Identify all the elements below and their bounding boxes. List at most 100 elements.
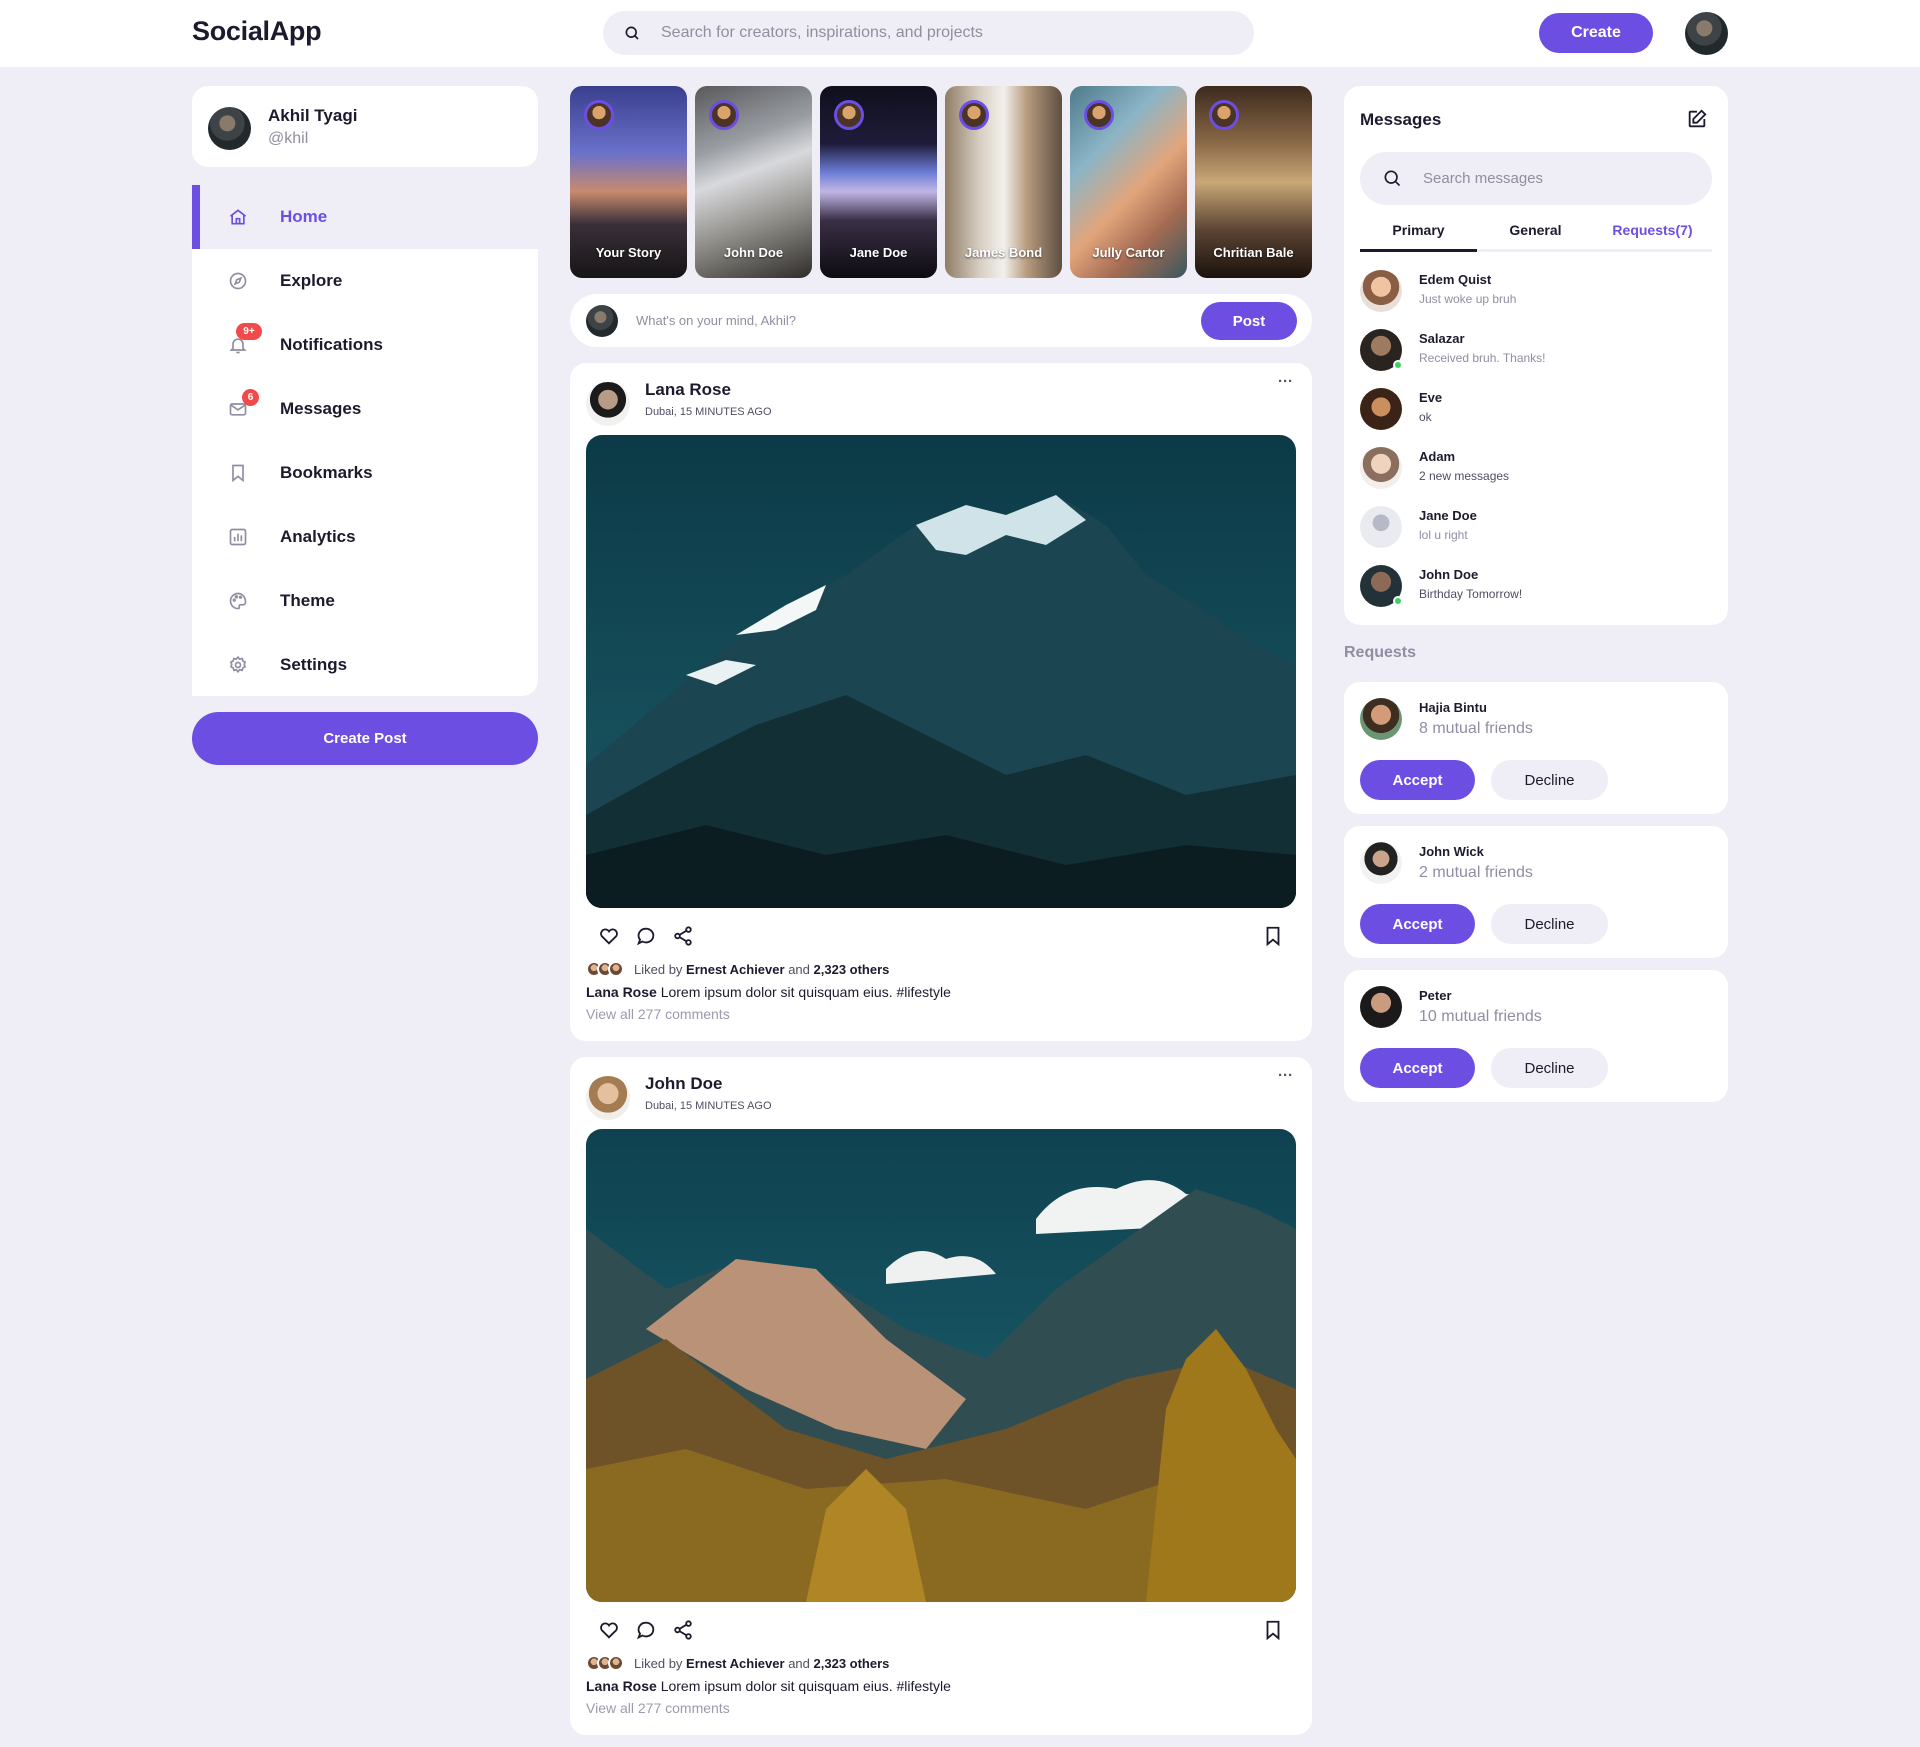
likes-summary: Liked by Ernest Achiever and 2,323 other… (586, 961, 889, 977)
tab-general[interactable]: General (1477, 222, 1594, 252)
sidebar-item-notifications[interactable]: 9+ Notifications (192, 313, 538, 377)
story-avatar (834, 100, 864, 130)
request-name[interactable]: Peter (1419, 988, 1452, 1003)
liker-avatar (608, 1655, 624, 1671)
search-bar[interactable]: Search for creators, inspirations, and p… (603, 11, 1254, 55)
liked-prefix: Liked by (634, 1655, 683, 1671)
decline-button[interactable]: Decline (1491, 760, 1608, 800)
sidebar-item-label: Messages (280, 399, 362, 418)
friend-request-card: Hajia Bintu 8 mutual friends Accept Decl… (1344, 682, 1728, 814)
sidebar-item-analytics[interactable]: Analytics (192, 505, 538, 569)
post-image[interactable] (586, 1129, 1296, 1602)
story-card[interactable]: Chritian Bale (1195, 86, 1312, 278)
heart-icon[interactable] (598, 925, 620, 947)
sidebar-item-bookmarks[interactable]: Bookmarks (192, 441, 538, 505)
tab-primary[interactable]: Primary (1360, 222, 1477, 252)
story-card[interactable]: Jane Doe (820, 86, 937, 278)
sidebar-item-settings[interactable]: Settings (192, 633, 538, 697)
message-avatar (1360, 447, 1402, 489)
message-item[interactable]: Edem Quist Just woke up bruh (1360, 268, 1712, 314)
composer-input[interactable]: What's on your mind, Akhil? (636, 313, 796, 328)
create-post-button[interactable]: Create Post (192, 712, 538, 765)
caption-author[interactable]: Lana Rose (586, 1678, 657, 1694)
messages-badge: 6 (242, 389, 259, 406)
sidebar-item-theme[interactable]: Theme (192, 569, 538, 633)
sidebar-item-label: Explore (280, 271, 343, 290)
user-avatar[interactable] (1685, 12, 1728, 55)
search-input[interactable]: Search for creators, inspirations, and p… (661, 24, 983, 42)
compose-icon[interactable] (1686, 108, 1708, 130)
tab-requests[interactable]: Requests(7) (1594, 222, 1711, 252)
message-item[interactable]: Adam 2 new messages (1360, 445, 1712, 491)
story-avatar (584, 100, 614, 130)
liked-others[interactable]: 2,323 others (814, 962, 890, 977)
story-card[interactable]: Jully Cartor (1070, 86, 1187, 278)
story-card[interactable]: Your Story (570, 86, 687, 278)
accept-button[interactable]: Accept (1360, 904, 1475, 944)
more-options-icon[interactable]: ··· (1278, 373, 1293, 390)
sidebar-item-messages[interactable]: 6 Messages (192, 377, 538, 441)
message-preview: ok (1419, 410, 1432, 424)
messages-panel: Messages Search messages Primary General… (1344, 86, 1728, 625)
request-name[interactable]: John Wick (1419, 844, 1484, 859)
story-label: Your Story (595, 245, 662, 260)
liked-others[interactable]: 2,323 others (814, 1656, 890, 1671)
story-card[interactable]: James Bond (945, 86, 1062, 278)
app-logo[interactable]: SocialApp (192, 16, 322, 47)
message-sender: Adam (1419, 449, 1456, 464)
accept-button[interactable]: Accept (1360, 760, 1475, 800)
liker-avatar (608, 961, 624, 977)
post-image[interactable] (586, 435, 1296, 908)
profile-card[interactable]: Akhil Tyagi @khil (192, 86, 538, 167)
view-comments-link[interactable]: View all 277 comments (586, 1006, 730, 1022)
request-avatar[interactable] (1360, 986, 1402, 1028)
comment-icon[interactable] (635, 925, 657, 947)
liked-prefix: Liked by (634, 961, 683, 977)
post-meta: Dubai, 15 MINUTES AGO (645, 1100, 772, 1112)
accept-button[interactable]: Accept (1360, 1048, 1475, 1088)
profile-avatar (208, 107, 251, 150)
message-item[interactable]: Eve ok (1360, 386, 1712, 432)
sidebar-item-label: Theme (280, 591, 335, 610)
message-preview: Received bruh. Thanks! (1419, 351, 1546, 365)
more-options-icon[interactable]: ··· (1278, 1067, 1293, 1084)
post-author-avatar[interactable] (586, 1076, 630, 1120)
share-icon[interactable] (672, 1619, 694, 1641)
story-card[interactable]: John Doe (695, 86, 812, 278)
request-avatar[interactable] (1360, 842, 1402, 884)
messages-search-input[interactable]: Search messages (1423, 170, 1543, 187)
post-author[interactable]: John Doe (645, 1074, 722, 1094)
decline-button[interactable]: Decline (1491, 1048, 1608, 1088)
post-author-avatar[interactable] (586, 382, 630, 426)
request-avatar[interactable] (1360, 698, 1402, 740)
message-item[interactable]: Jane Doe lol u right (1360, 504, 1712, 550)
create-button[interactable]: Create (1539, 13, 1653, 53)
caption-author[interactable]: Lana Rose (586, 984, 657, 1000)
message-item[interactable]: Salazar Received bruh. Thanks! (1360, 327, 1712, 373)
message-item[interactable]: John Doe Birthday Tomorrow! (1360, 563, 1712, 609)
story-label: John Doe (723, 245, 784, 260)
decline-button[interactable]: Decline (1491, 904, 1608, 944)
comment-icon[interactable] (635, 1619, 657, 1641)
bookmark-icon[interactable] (1262, 1619, 1284, 1641)
gear-icon (228, 655, 248, 675)
bookmark-icon[interactable] (1262, 925, 1284, 947)
liked-name[interactable]: Ernest Achiever (686, 1656, 785, 1671)
post-caption: Lana Rose Lorem ipsum dolor sit quisquam… (586, 1678, 951, 1694)
post-author[interactable]: Lana Rose (645, 380, 731, 400)
heart-icon[interactable] (598, 1619, 620, 1641)
messages-tabs: Primary General Requests(7) (1360, 222, 1712, 252)
liked-name[interactable]: Ernest Achiever (686, 962, 785, 977)
messages-search[interactable]: Search messages (1360, 152, 1712, 205)
request-name[interactable]: Hajia Bintu (1419, 700, 1487, 715)
message-sender: Eve (1419, 390, 1443, 405)
compass-icon (228, 271, 248, 291)
share-icon[interactable] (672, 925, 694, 947)
post-button[interactable]: Post (1201, 302, 1297, 340)
sidebar-item-explore[interactable]: Explore (192, 249, 538, 313)
post-meta: Dubai, 15 MINUTES AGO (645, 406, 772, 418)
request-mutual: 10 mutual friends (1419, 1008, 1542, 1025)
view-comments-link[interactable]: View all 277 comments (586, 1700, 730, 1716)
liked-mid: and (788, 1655, 810, 1671)
sidebar-item-home[interactable]: Home (192, 185, 538, 249)
